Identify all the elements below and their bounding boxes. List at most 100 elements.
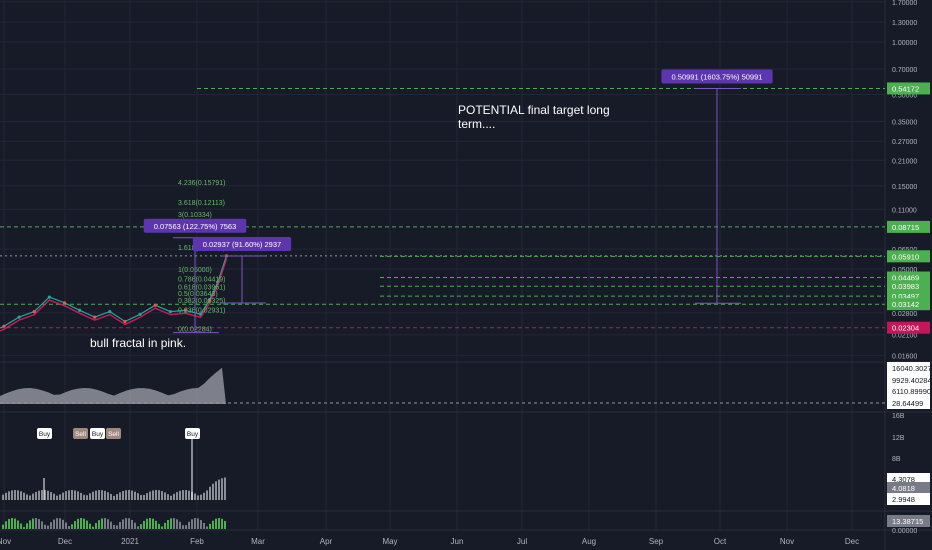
indicator2-bar — [149, 491, 151, 500]
price-point — [78, 308, 82, 312]
indicator2-bar — [128, 490, 130, 500]
indicator2-bar — [215, 481, 217, 500]
fib-label: 0.382(0.03325) — [178, 298, 225, 305]
indicator3-bar — [14, 518, 16, 529]
indicator2-bar — [2, 494, 4, 500]
indicator3-bar — [110, 521, 112, 529]
indicator3-bar — [29, 520, 31, 529]
annotation-target-line1: POTENTIAL final target long — [458, 103, 610, 117]
indicator2-bar — [8, 491, 10, 500]
indicator2-bar — [137, 493, 139, 500]
indicator2-bar — [77, 491, 79, 500]
time-tick-label: Nov — [780, 537, 794, 546]
indicator2-bar — [104, 490, 106, 500]
chart-canvas[interactable]: 4.236(0.15791) 3.618(0.12113) 3(0.10334) 2.… — [0, 0, 932, 550]
indicator3-bar — [5, 521, 7, 529]
indicator3-bar — [8, 518, 10, 529]
time-tick-label: Oct — [714, 537, 727, 546]
indicator2-bar — [5, 492, 7, 500]
indicator2-bar — [185, 490, 187, 500]
indicator2-bar — [80, 492, 82, 500]
indicator3-bar — [44, 524, 46, 529]
time-tick-label: Mar — [251, 537, 265, 546]
signal-label: Buy — [39, 431, 51, 438]
indicator3-bar — [83, 518, 85, 529]
indicator-badge-label: 16040.30274 — [892, 364, 932, 373]
indicator3-bar — [197, 518, 199, 529]
time-tick-label: Dec — [845, 537, 859, 546]
time-tick-label: May — [382, 537, 397, 546]
indicator3-bar — [203, 522, 205, 529]
price-tick-label: 0.02100 — [892, 333, 917, 340]
indicator2-tick: 16B — [892, 413, 905, 420]
indicator2-bar — [203, 492, 205, 500]
indicator2-bar — [59, 494, 61, 500]
indicator3-bar — [194, 518, 196, 529]
indicator3-bar — [140, 524, 142, 529]
time-tick-label: Nov — [0, 537, 11, 546]
indicator2-bar — [68, 490, 70, 500]
price-point — [2, 324, 6, 328]
price-point — [62, 301, 67, 305]
indicator3-bar — [125, 518, 127, 529]
price-tick-label: 1.00000 — [892, 40, 917, 47]
indicator3-bar — [107, 519, 109, 529]
indicator2-bar — [206, 490, 208, 500]
indicator2-bar — [98, 490, 100, 500]
price-point — [108, 309, 112, 314]
indicator2-bar — [50, 492, 52, 500]
indicator3-bar — [170, 518, 172, 529]
price-badge-label: 0.03983 — [892, 282, 919, 291]
indicator3-bar — [86, 520, 88, 529]
indicator3-bar — [95, 523, 97, 529]
indicator2-bar — [155, 490, 157, 500]
price-tick-label: 0.27000 — [892, 139, 917, 146]
price-badge-label: 0.54172 — [892, 84, 919, 93]
indicator3-bar — [74, 521, 76, 529]
indicator2-bar — [209, 486, 211, 500]
indicator-badge-label: 28.64499 — [892, 399, 923, 408]
indicator2-bar — [14, 490, 16, 500]
indicator2-bar — [188, 490, 190, 500]
indicator-badge-label: 4.0818 — [892, 484, 915, 493]
price-tick-label: 0.70000 — [892, 67, 917, 74]
indicator3-bar — [20, 523, 22, 529]
signal-label: Sell — [108, 431, 119, 438]
price-tick-label: 0.11000 — [892, 207, 917, 214]
indicator3-bar — [80, 518, 82, 529]
indicator3-bar — [173, 518, 175, 529]
indicator3-bar — [23, 526, 25, 529]
price-point — [47, 295, 51, 299]
indicator3-bar — [149, 518, 151, 529]
indicator2-bar — [167, 494, 169, 500]
indicator3-bar — [116, 525, 118, 529]
indicator3-bar — [113, 524, 115, 529]
indicator3-bar — [191, 519, 193, 529]
indicator3-bar — [182, 525, 184, 529]
indicator3-bar — [206, 526, 208, 529]
indicator3-bar — [224, 520, 226, 529]
time-tick-label: Apr — [320, 537, 333, 546]
indicator-badge-label: 13.38715 — [892, 517, 923, 526]
price-tick-label: 0.15000 — [892, 184, 917, 191]
indicator2-bar — [140, 495, 142, 500]
price-tick-label: 0.21000 — [892, 158, 917, 165]
measure-label: 0.07563 (122.75%) 7563 — [154, 222, 237, 231]
indicator2-bar — [182, 490, 184, 500]
chart-background — [0, 0, 932, 550]
fib-label: 3(0.10334) — [178, 212, 212, 219]
indicator2-bar — [194, 493, 196, 500]
indicator3-bar — [32, 518, 34, 529]
indicator3-bar — [176, 519, 178, 529]
price-point — [123, 319, 127, 324]
indicator3-bar — [179, 521, 181, 529]
indicator3-bar — [161, 526, 163, 529]
indicator3-bar — [209, 523, 211, 529]
price-tick-label: 1.30000 — [892, 20, 917, 27]
indicator2-bar — [47, 490, 49, 500]
indicator3-bar — [185, 525, 187, 529]
time-tick-label: Dec — [58, 537, 72, 546]
indicator2-bar — [224, 477, 226, 500]
indicator3-bar — [200, 520, 202, 529]
indicator2-bar — [218, 479, 220, 500]
